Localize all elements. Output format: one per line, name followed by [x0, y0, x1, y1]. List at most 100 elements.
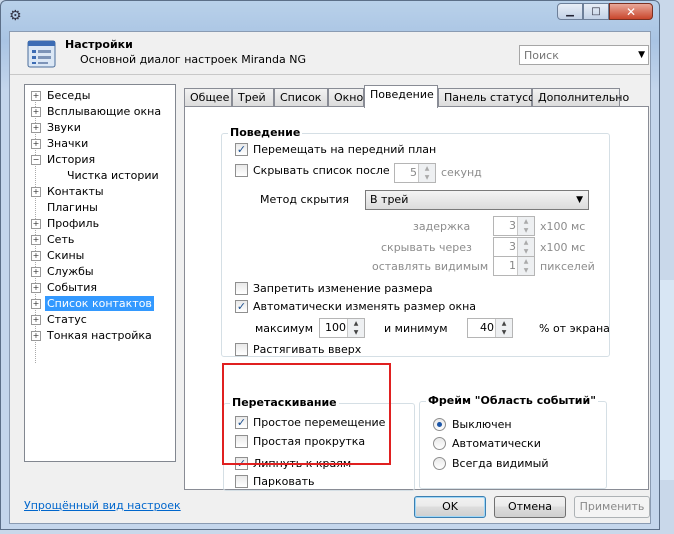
- tree-item-label: Беседы: [47, 89, 91, 102]
- tab-general[interactable]: Общее: [184, 88, 232, 106]
- expand-icon[interactable]: +: [31, 331, 41, 341]
- dialog-subtitle: Основной диалог настроек Miranda NG: [80, 53, 306, 66]
- chevron-up-icon[interactable]: ▲: [518, 238, 534, 247]
- dock-checkbox[interactable]: [235, 475, 248, 488]
- hide-through-unit-label: x100 мс: [540, 241, 586, 254]
- tree-item-label: Всплывающие окна: [47, 105, 162, 118]
- stretch-up-checkbox[interactable]: [235, 343, 248, 356]
- leave-visible-label: оставлять видимым: [372, 260, 489, 273]
- snap-edges-label: Липнуть к краям: [253, 457, 352, 470]
- hide-list-after-checkbox[interactable]: [235, 164, 248, 177]
- chevron-down-icon[interactable]: ▼: [638, 50, 645, 60]
- expand-icon[interactable]: +: [31, 91, 41, 101]
- hide-method-select[interactable]: В трей ▼: [365, 190, 589, 210]
- event-frame-always-radio[interactable]: [433, 457, 446, 470]
- delay-spinner[interactable]: 3 ▲ ▼: [493, 216, 535, 236]
- close-button[interactable]: ✕: [609, 3, 653, 20]
- prevent-resize-checkbox[interactable]: [235, 282, 248, 295]
- tree-item-label: Плагины: [47, 201, 98, 214]
- chevron-down-icon[interactable]: ▼: [348, 328, 364, 337]
- tree-item-label: События: [47, 281, 98, 294]
- simple-move-checkbox[interactable]: ✓: [235, 416, 248, 429]
- chevron-down-icon[interactable]: ▼: [518, 247, 534, 256]
- min-spinner[interactable]: 40 ▲ ▼: [467, 318, 513, 338]
- settings-tree[interactable]: + Беседы + Всплывающие окна + Звуки + Значки…: [24, 84, 176, 462]
- delay-label: задержка: [413, 220, 471, 233]
- tab-status-bar[interactable]: Панель статусов: [438, 88, 541, 106]
- collapse-icon[interactable]: −: [31, 155, 41, 165]
- tab-list[interactable]: Список: [274, 88, 328, 106]
- bring-to-front-label: Перемещать на передний план: [253, 143, 437, 156]
- cancel-button[interactable]: Отмена: [494, 496, 566, 518]
- tab-behavior[interactable]: Поведение: [364, 85, 438, 108]
- hide-through-label: скрывать через: [381, 241, 472, 254]
- simple-move-label: Простое перемещение: [253, 416, 386, 429]
- expand-icon[interactable]: +: [31, 267, 41, 277]
- tree-item-label: Службы: [47, 265, 94, 278]
- hide-through-spinner[interactable]: 3 ▲ ▼: [493, 237, 535, 257]
- event-frame-off-radio[interactable]: [433, 418, 446, 431]
- chevron-down-icon[interactable]: ▼: [496, 328, 512, 337]
- leave-visible-spinner[interactable]: 1 ▲ ▼: [493, 256, 535, 276]
- chevron-up-icon[interactable]: ▲: [419, 164, 435, 173]
- expand-icon[interactable]: +: [31, 107, 41, 117]
- chevron-up-icon[interactable]: ▲: [518, 217, 534, 226]
- max-spinner[interactable]: 100 ▲ ▼: [319, 318, 365, 338]
- expand-icon[interactable]: +: [31, 283, 41, 293]
- tree-item-label: Сеть: [47, 233, 75, 246]
- chevron-up-icon[interactable]: ▲: [348, 319, 364, 328]
- snap-edges-checkbox[interactable]: ✓: [235, 457, 248, 470]
- auto-resize-checkbox[interactable]: ✓: [235, 300, 248, 313]
- tab-tray[interactable]: Трей: [232, 88, 274, 106]
- tab-panel: Поведение ✓ Перемещать на передний план …: [184, 106, 649, 491]
- expand-icon[interactable]: +: [31, 139, 41, 149]
- expand-icon[interactable]: +: [31, 235, 41, 245]
- header-separator: [10, 74, 650, 75]
- background-window-edge: [660, 280, 674, 480]
- simple-view-link[interactable]: Упрощённый вид настроек: [24, 499, 181, 512]
- chevron-down-icon[interactable]: ▼: [419, 173, 435, 182]
- auto-resize-label: Автоматически изменять размер окна: [253, 300, 477, 313]
- search-input[interactable]: [520, 46, 636, 64]
- expand-icon[interactable]: +: [31, 187, 41, 197]
- behavior-group: Поведение ✓ Перемещать на передний план …: [221, 126, 610, 357]
- chevron-up-icon[interactable]: ▲: [518, 257, 534, 266]
- tab-advanced[interactable]: Дополнительно: [532, 88, 629, 106]
- chevron-down-icon[interactable]: ▼: [518, 226, 534, 235]
- min-label: и минимум: [384, 322, 448, 335]
- tree-item-label: Звуки: [47, 121, 81, 134]
- chevron-down-icon[interactable]: ▼: [518, 266, 534, 275]
- search-combobox[interactable]: ▼: [519, 45, 649, 65]
- tree-item-label: Профиль: [47, 217, 100, 230]
- minimize-button[interactable]: ▁: [557, 3, 583, 20]
- apply-button[interactable]: Применить: [574, 496, 650, 518]
- tree-item-label: Тонкая настройка: [47, 329, 152, 342]
- dialog-client-area: Настройки Основной диалог настроек Miran…: [9, 31, 651, 524]
- event-frame-auto-label: Автоматически: [452, 437, 541, 450]
- hide-seconds-value: 5: [410, 166, 417, 179]
- hide-seconds-spinner[interactable]: 5 ▲ ▼: [394, 163, 436, 183]
- tree-item-label: Чистка истории: [67, 169, 159, 182]
- maximize-button[interactable]: □: [583, 3, 609, 20]
- tree-item-label: Список контактов: [45, 296, 154, 311]
- expand-icon[interactable]: +: [31, 219, 41, 229]
- chevron-up-icon[interactable]: ▲: [496, 319, 512, 328]
- simple-scroll-label: Простая прокрутка: [253, 435, 366, 448]
- expand-icon[interactable]: +: [31, 251, 41, 261]
- expand-icon[interactable]: +: [31, 299, 41, 309]
- expand-icon[interactable]: +: [31, 123, 41, 133]
- dragging-group-title: Перетаскивание: [230, 396, 339, 409]
- pixels-label: пикселей: [540, 260, 595, 273]
- delay-unit-label: x100 мс: [540, 220, 586, 233]
- ok-button[interactable]: OK: [414, 496, 486, 518]
- expand-icon[interactable]: +: [31, 315, 41, 325]
- gear-icon[interactable]: ⚙: [9, 9, 23, 23]
- bring-to-front-checkbox[interactable]: ✓: [235, 143, 248, 156]
- simple-scroll-checkbox[interactable]: [235, 435, 248, 448]
- event-frame-auto-radio[interactable]: [433, 437, 446, 450]
- event-frame-always-label: Всегда видимый: [452, 457, 549, 470]
- event-frame-off-label: Выключен: [452, 418, 512, 431]
- chevron-down-icon[interactable]: ▼: [576, 195, 583, 205]
- tab-window[interactable]: Окно: [328, 88, 364, 106]
- hide-through-value: 3: [509, 240, 516, 253]
